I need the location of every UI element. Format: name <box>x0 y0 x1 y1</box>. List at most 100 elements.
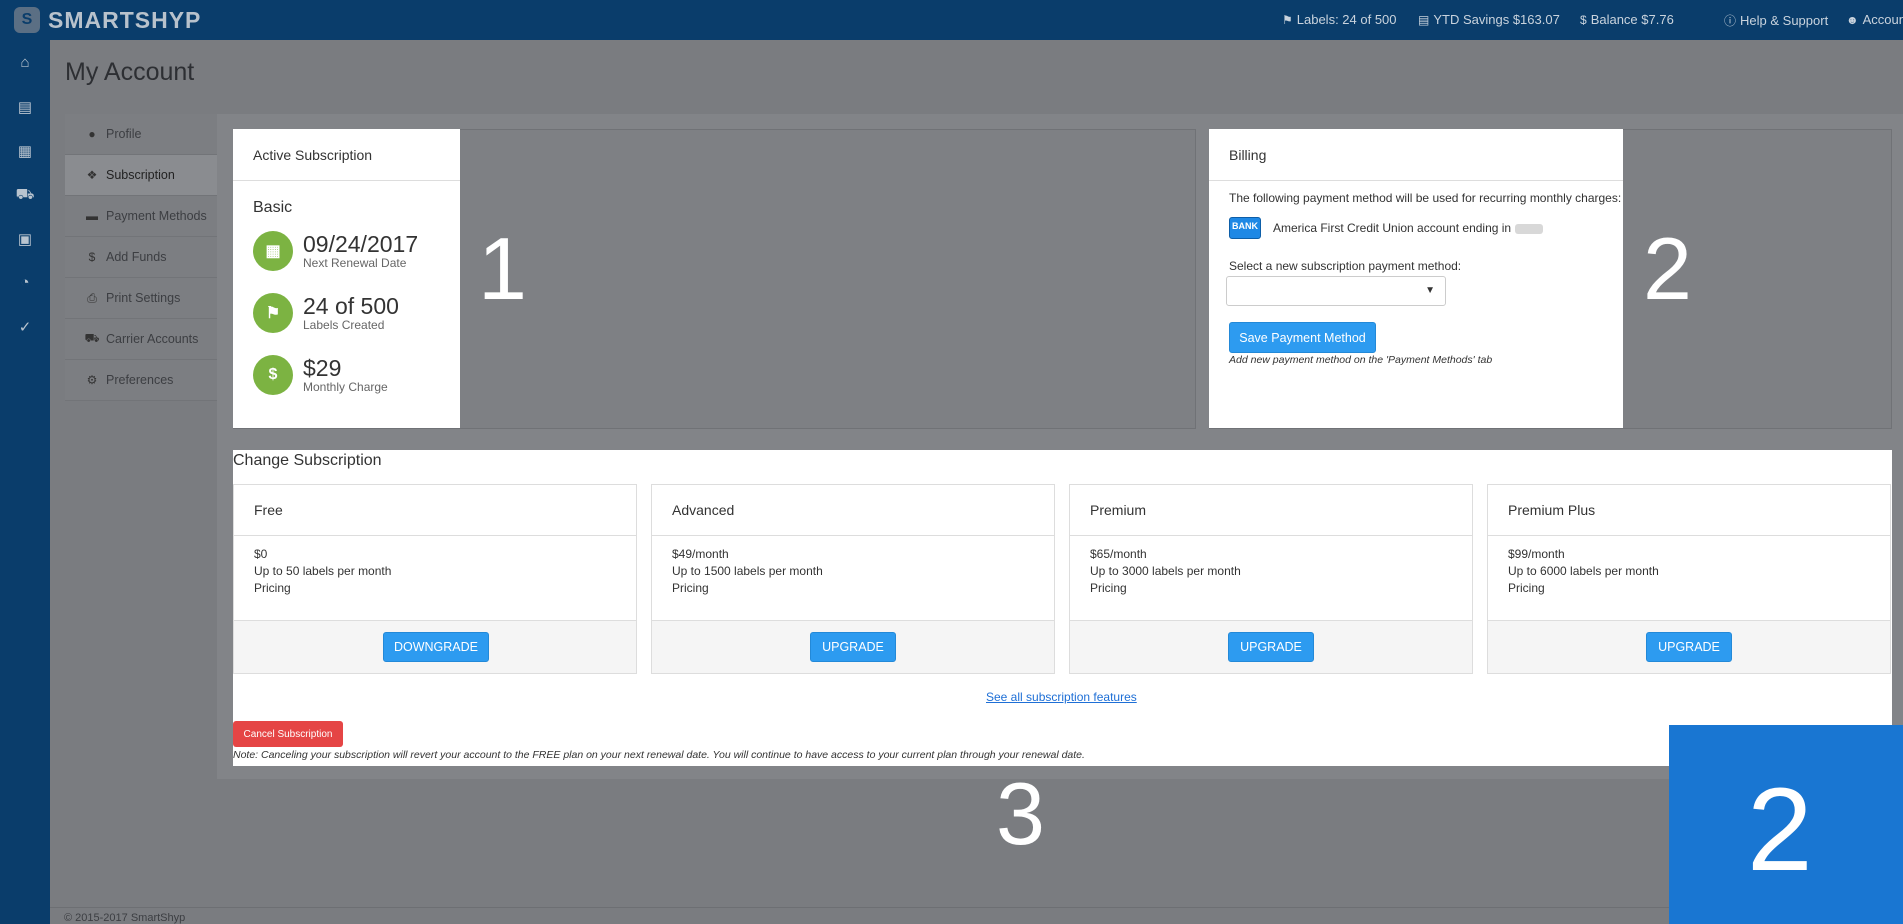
ytd-savings[interactable]: ▤ YTD Savings $163.07 <box>1418 12 1560 27</box>
printer-icon: ⎙ <box>87 290 97 305</box>
labels-count-text: Labels: 24 of 500 <box>1296 12 1397 27</box>
home-icon[interactable]: ⌂ <box>0 54 50 76</box>
bank-icon: BANK <box>1229 217 1261 239</box>
plan-price: $65/month <box>1090 547 1147 561</box>
plan-footer: UPGRADE <box>652 620 1054 673</box>
dollar-icon: $ <box>253 355 293 395</box>
caret-down-icon: ▼ <box>1425 285 1435 296</box>
plan-details: $49/month Up to 1500 labels per month Pr… <box>652 536 1054 607</box>
bank-account-line: America First Credit Union account endin… <box>1273 221 1544 235</box>
account-subnav: ● Profile ❖ Subscription ▬ Payment Methods … <box>65 114 217 401</box>
subnav-item-preferences[interactable]: ⚙ Preferences <box>65 360 217 401</box>
plan-limit: Up to 6000 labels per month <box>1508 564 1659 578</box>
see-all-features-link[interactable]: See all subscription features <box>986 690 1137 704</box>
change-subscription-panel: Change Subscription Free $0 Up to 50 lab… <box>233 450 1892 766</box>
footer: © 2015-2017 SmartShyp <box>50 907 1903 924</box>
billing-card: Billing The following payment method wil… <box>1209 129 1623 428</box>
charge-stat: $ $29 Monthly Charge <box>253 355 388 395</box>
cart-icon[interactable]: ✓ <box>0 318 50 340</box>
balance[interactable]: $ Balance $7.76 <box>1580 12 1674 27</box>
icon-rail: ⌂ ▤ ▦ ⛟ ▣ ◔ ✓ <box>0 40 50 924</box>
plan-details: $65/month Up to 3000 labels per month Pr… <box>1070 536 1472 607</box>
subnav-item-payment-methods[interactable]: ▬ Payment Methods <box>65 196 217 237</box>
overlay-number-3: 3 <box>996 764 1045 863</box>
charge-label: Monthly Charge <box>303 379 388 394</box>
masked-account-digits <box>1515 223 1544 234</box>
save-payment-method-button[interactable]: Save Payment Method <box>1229 322 1376 353</box>
credit-card-icon: ▬ <box>86 209 98 223</box>
highlight-box: 2 <box>1669 725 1903 924</box>
upgrade-button-advanced[interactable]: UPGRADE <box>810 632 896 662</box>
labels-label: Labels Created <box>303 317 385 332</box>
plan-footer: UPGRADE <box>1070 620 1472 673</box>
labels-stat: ⚑ 24 of 500 Labels Created <box>253 293 399 333</box>
plan-pricing-link[interactable]: Pricing <box>254 580 616 597</box>
plan-name: Premium Plus <box>1488 485 1890 536</box>
account-menu[interactable]: ☻Account <box>1846 12 1903 27</box>
subnav-item-add-funds[interactable]: $ Add Funds <box>65 237 217 278</box>
plan-card-advanced: Advanced $49/month Up to 1500 labels per… <box>651 484 1055 674</box>
subnav-item-carrier-accounts[interactable]: ⛟ Carrier Accounts <box>65 319 217 360</box>
balance-text: Balance $7.76 <box>1590 12 1674 27</box>
plan-limit: Up to 3000 labels per month <box>1090 564 1241 578</box>
labels-value: 24 of 500 <box>303 292 399 319</box>
renewal-date: 09/24/2017 <box>303 230 419 257</box>
plan-limit: Up to 1500 labels per month <box>672 564 823 578</box>
help-support-link[interactable]: ⓘ Help & Support <box>1724 12 1828 29</box>
current-plan-name: Basic <box>253 199 293 216</box>
subnav-label: Add Funds <box>106 250 167 264</box>
gears-icon: ⚙ <box>86 373 98 387</box>
calendar-icon: ▦ <box>253 231 293 271</box>
upgrade-button-premium[interactable]: UPGRADE <box>1228 632 1314 662</box>
subnav-label: Print Settings <box>106 291 181 305</box>
select-payment-label: Select a new subscription payment method… <box>1229 259 1462 273</box>
payment-method-select[interactable]: ▼ <box>1226 276 1446 306</box>
plan-pricing-link[interactable]: Pricing <box>672 580 1034 597</box>
copyright-text: © 2015-2017 SmartShyp <box>64 912 186 924</box>
ytd-savings-text: YTD Savings $163.07 <box>1433 12 1560 27</box>
upgrade-button-premium-plus[interactable]: UPGRADE <box>1646 632 1732 662</box>
labels-count[interactable]: ⚑ Labels: 24 of 500 <box>1282 12 1397 27</box>
payment-methods-note: Add new payment method on the 'Payment M… <box>1229 354 1493 366</box>
subnav-label: Carrier Accounts <box>106 332 199 346</box>
change-subscription-title: Change Subscription <box>233 452 382 469</box>
page-title: My Account <box>65 58 195 86</box>
tag-icon: ⚑ <box>1282 13 1293 27</box>
plan-price: $49/month <box>672 547 729 561</box>
billing-header: Billing <box>1209 129 1623 181</box>
user-circle-icon: ☻ <box>1846 13 1859 27</box>
subnav-label: Preferences <box>106 373 174 387</box>
logo-mark-icon: S <box>14 7 40 33</box>
overlay-number-2: 2 <box>1643 219 1692 318</box>
plan-limit: Up to 50 labels per month <box>254 564 392 578</box>
tag-icon: ⚑ <box>253 293 293 333</box>
active-subscription-header: Active Subscription <box>233 129 460 181</box>
pie-chart-icon[interactable]: ◔ <box>0 274 50 296</box>
overlay-number-2-large: 2 <box>1747 764 1813 896</box>
help-support-text: Help & Support <box>1740 13 1829 28</box>
plan-pricing-link[interactable]: Pricing <box>1090 580 1452 597</box>
plan-details: $0 Up to 50 labels per month Pricing <box>234 536 636 607</box>
calendar-icon[interactable]: ▦ <box>0 142 50 164</box>
charge-value: $29 <box>303 354 342 381</box>
question-icon: ⓘ <box>1724 14 1737 28</box>
subnav-item-subscription[interactable]: ❖ Subscription <box>65 155 217 196</box>
user-icon: ● <box>88 127 96 141</box>
plan-details: $99/month Up to 6000 labels per month Pr… <box>1488 536 1890 607</box>
plan-name: Premium <box>1070 485 1472 536</box>
store-icon[interactable]: ▤ <box>0 98 50 120</box>
account-text: Account <box>1862 12 1903 27</box>
subnav-item-profile[interactable]: ● Profile <box>65 114 217 155</box>
cancel-subscription-button[interactable]: Cancel Subscription <box>233 721 343 747</box>
cancel-subscription-note: Note: Canceling your subscription will r… <box>233 749 1085 761</box>
subnav-item-print-settings[interactable]: ⎙ Print Settings <box>65 278 217 319</box>
plan-pricing-link[interactable]: Pricing <box>1508 580 1870 597</box>
truck-icon[interactable]: ⛟ <box>0 186 50 208</box>
ticket-icon: ❖ <box>86 168 98 182</box>
logo[interactable]: S SMARTSHYP <box>14 7 201 33</box>
address-book-icon[interactable]: ▣ <box>0 230 50 252</box>
overlay-number-1: 1 <box>478 219 527 318</box>
downgrade-button[interactable]: DOWNGRADE <box>383 632 489 662</box>
subnav-label: Profile <box>106 127 142 141</box>
active-subscription-card: Active Subscription Basic ▦ 09/24/2017 N… <box>233 129 460 428</box>
